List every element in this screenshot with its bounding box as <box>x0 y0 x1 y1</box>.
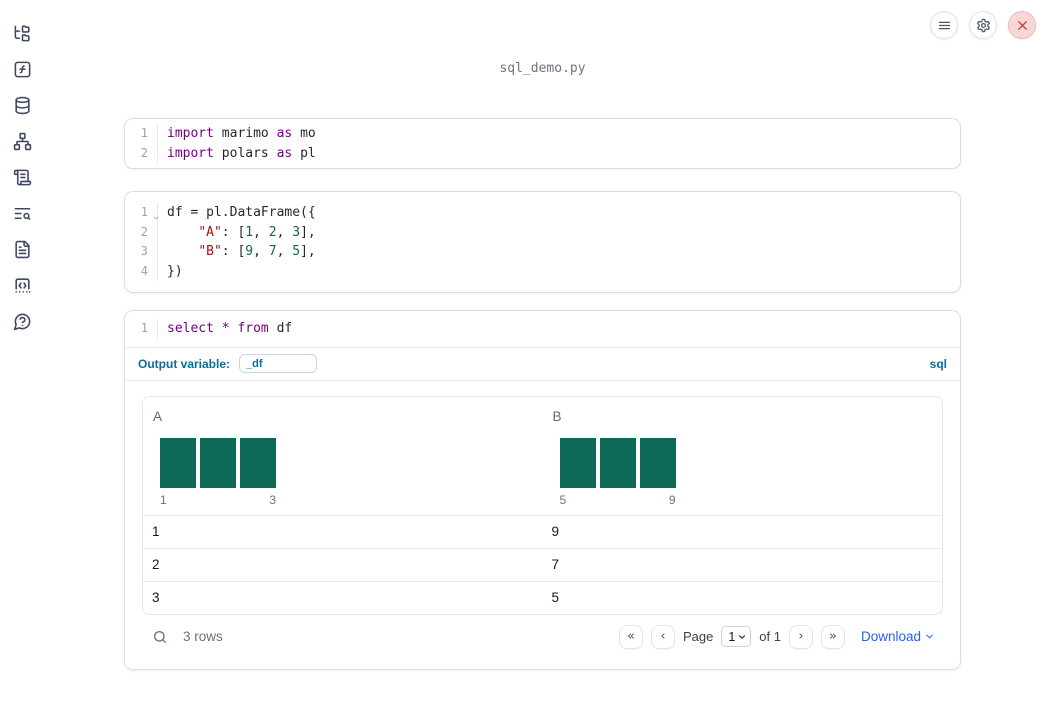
list-search-icon <box>14 207 30 220</box>
notebook: sql_demo.py 1 import marimo as mo 2 impo… <box>124 0 961 713</box>
row-count: 3 rows <box>183 629 223 644</box>
output-variable-input[interactable] <box>239 354 318 373</box>
table-row[interactable]: 1 9 <box>143 514 942 548</box>
code-line: 2 "A": [1, 2, 3], <box>125 222 960 242</box>
sidebar <box>0 0 44 713</box>
sidebar-item-logs[interactable] <box>10 165 34 189</box>
help-bubble-icon <box>13 313 30 330</box>
histogram-bar <box>240 437 276 488</box>
file-tree-icon <box>14 24 30 41</box>
sql-editor[interactable]: 1 select * from df <box>125 311 960 348</box>
dataframe-table: A 1 3 B 5 9 1 9 2 7 3 5 <box>142 395 943 615</box>
network-icon <box>13 132 31 150</box>
chevron-down-icon <box>926 634 933 639</box>
code-editor[interactable]: 1 df = pl.DataFrame({ 2 "A": [1, 2, 3], … <box>125 192 960 292</box>
line-number: 1 <box>125 203 159 223</box>
settings-button[interactable] <box>969 11 997 39</box>
histogram-range: 1 3 <box>160 493 276 507</box>
code-editor[interactable]: 1 import marimo as mo 2 import polars as… <box>125 119 960 168</box>
output-variable-label: Output variable: <box>138 356 231 371</box>
line-number: 3 <box>125 242 158 262</box>
sql-cell[interactable]: 1 select * from df Output variable: sql … <box>124 310 961 670</box>
histogram-min: 5 <box>559 492 567 507</box>
line-number: 1 <box>125 124 158 144</box>
sql-cell-toolbar: Output variable: sql <box>125 348 960 381</box>
column-histogram: 1 3 <box>160 437 276 507</box>
histogram-bar <box>200 437 236 488</box>
code-line: 3 "B": [9, 7, 5], <box>125 242 960 262</box>
page-label: Page <box>682 629 714 644</box>
gear-icon <box>976 18 990 32</box>
file-text-icon <box>14 240 30 258</box>
page-select[interactable]: 1 <box>721 626 752 647</box>
column-header-a[interactable]: A 1 3 <box>143 397 543 515</box>
histogram-max: 9 <box>668 492 676 507</box>
scroll-text-icon <box>13 169 31 185</box>
column-name: A <box>153 408 163 424</box>
shutdown-button[interactable] <box>1008 11 1036 39</box>
sidebar-item-variables[interactable] <box>10 57 34 81</box>
sidebar-item-file-explorer[interactable] <box>10 21 34 45</box>
table-footer: 3 rows « ‹ Page 1 of 1 › » Download <box>142 615 943 659</box>
line-number: 4 <box>125 261 158 281</box>
histogram-bars <box>559 437 676 488</box>
table-cell: 2 <box>152 557 160 572</box>
next-page-button[interactable]: › <box>788 624 813 649</box>
code-line: 1 select * from df <box>125 319 960 339</box>
last-page-button[interactable]: » <box>820 624 845 649</box>
code-line: 2 import polars as pl <box>125 143 960 163</box>
code-cell-imports[interactable]: 1 import marimo as mo 2 import polars as… <box>124 118 961 169</box>
histogram-bars <box>160 437 276 488</box>
code-line: 1 df = pl.DataFrame({ <box>125 203 960 223</box>
histogram-min: 1 <box>160 492 167 507</box>
column-header-b[interactable]: B 5 9 <box>543 397 943 515</box>
page-select-value: 1 <box>728 629 736 644</box>
code-line: 1 import marimo as mo <box>125 124 960 144</box>
language-badge: sql <box>929 356 947 371</box>
close-icon <box>1017 20 1027 30</box>
cell-output: A 1 3 B 5 9 1 9 2 7 3 5 3 rows « ‹ Page … <box>125 380 960 669</box>
function-square-icon <box>14 61 30 77</box>
first-page-button[interactable]: « <box>618 624 643 649</box>
histogram-bar <box>559 437 596 488</box>
code-cell-dataframe[interactable]: 1 df = pl.DataFrame({ 2 "A": [1, 2, 3], … <box>124 191 961 293</box>
page-of-label: of 1 <box>759 629 781 644</box>
code-square-icon <box>14 277 30 293</box>
line-number: 2 <box>125 222 158 242</box>
table-cell: 5 <box>551 590 560 605</box>
sidebar-item-help[interactable] <box>10 309 34 333</box>
database-icon <box>14 96 30 114</box>
table-row[interactable]: 2 7 <box>143 547 942 581</box>
histogram-max: 3 <box>269 492 276 507</box>
histogram-bar <box>599 437 636 488</box>
download-button[interactable]: Download <box>861 629 935 644</box>
line-number: 2 <box>125 143 158 163</box>
previous-page-button[interactable]: ‹ <box>650 624 675 649</box>
column-histogram: 5 9 <box>559 437 676 507</box>
table-header: A 1 3 B 5 9 <box>143 397 942 515</box>
table-cell: 1 <box>152 524 160 539</box>
download-label: Download <box>860 629 921 644</box>
table-cell: 7 <box>551 557 560 572</box>
table-cell: 3 <box>152 590 160 605</box>
search-icon[interactable] <box>152 629 168 645</box>
notebook-filename: sql_demo.py <box>499 61 586 76</box>
table-cell: 9 <box>551 524 560 539</box>
histogram-bar <box>639 437 676 488</box>
table-row[interactable]: 3 5 <box>143 580 942 614</box>
column-name: B <box>552 408 562 424</box>
sidebar-item-documentation[interactable] <box>10 237 34 261</box>
chevron-down-icon <box>739 634 746 639</box>
sidebar-item-snippets[interactable] <box>10 273 34 297</box>
sidebar-item-data-sources[interactable] <box>10 93 34 117</box>
histogram-bar <box>160 437 196 488</box>
sidebar-item-dependency-graph[interactable] <box>10 129 34 153</box>
code-line: 4 }) <box>125 261 960 281</box>
sidebar-item-tracebacks[interactable] <box>10 201 34 225</box>
line-number: 1 <box>125 319 158 339</box>
histogram-range: 5 9 <box>560 493 676 507</box>
